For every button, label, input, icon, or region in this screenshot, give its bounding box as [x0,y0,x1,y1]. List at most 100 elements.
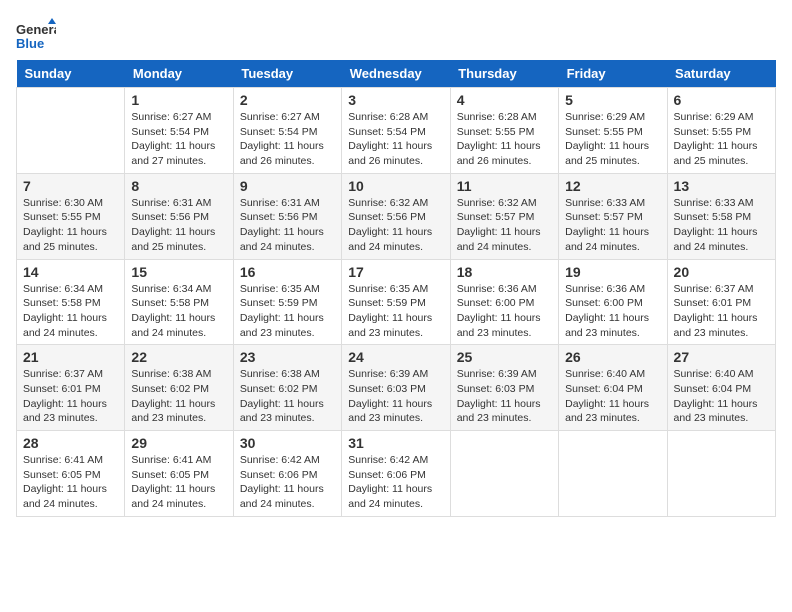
day-number: 30 [240,435,335,451]
day-info: Sunrise: 6:38 AM Sunset: 6:02 PM Dayligh… [131,367,226,426]
day-info: Sunrise: 6:34 AM Sunset: 5:58 PM Dayligh… [131,282,226,341]
day-number: 11 [457,178,552,194]
day-cell [450,431,558,517]
day-cell: 23Sunrise: 6:38 AM Sunset: 6:02 PM Dayli… [233,345,341,431]
calendar-table: SundayMondayTuesdayWednesdayThursdayFrid… [16,60,776,517]
day-number: 19 [565,264,660,280]
day-info: Sunrise: 6:32 AM Sunset: 5:56 PM Dayligh… [348,196,443,255]
day-info: Sunrise: 6:27 AM Sunset: 5:54 PM Dayligh… [131,110,226,169]
day-cell: 27 Sunrise: 6:40 AM Sunset: 6:04 PM Dayli… [667,345,775,431]
weekday-header-thursday: Thursday [450,60,558,88]
day-cell: 2 Sunrise: 6:27 AM Sunset: 5:54 PM Daylig… [233,88,341,174]
weekday-header-row: SundayMondayTuesdayWednesdayThursdayFrid… [17,60,776,88]
day-number: 10 [348,178,443,194]
day-number: 20 [674,264,769,280]
day-cell: 9 Sunrise: 6:31 AM Sunset: 5:56 PM Daylig… [233,173,341,259]
day-info: Sunrise: 6:42 AM Sunset: 6:06 PM Dayligh… [348,453,443,512]
day-cell: 20 Sunrise: 6:37 AM Sunset: 6:01 PM Dayli… [667,259,775,345]
day-number: 9 [240,178,335,194]
day-info: Sunrise: 6:28 AM Sunset: 5:54 PM Dayligh… [348,110,443,169]
day-info: Sunrise: 6:27 AM Sunset: 5:54 PM Dayligh… [240,110,335,169]
day-cell: 16 Sunrise: 6:35 AM Sunset: 5:59 PM Dayli… [233,259,341,345]
day-info: Sunrise: 6:35 AM Sunset: 5:59 PM Dayligh… [240,282,335,341]
day-cell: 4Sunrise: 6:28 AM Sunset: 5:55 PM Daylig… [450,88,558,174]
day-info: Sunrise: 6:33 AM Sunset: 5:58 PM Dayligh… [674,196,769,255]
day-info: Sunrise: 6:34 AM Sunset: 5:58 PM Dayligh… [23,282,118,341]
week-row-3: 14 Sunrise: 6:34 AM Sunset: 5:58 PM Dayli… [17,259,776,345]
day-cell: 15 Sunrise: 6:34 AM Sunset: 5:58 PM Dayli… [125,259,233,345]
day-info: Sunrise: 6:37 AM Sunset: 6:01 PM Dayligh… [674,282,769,341]
weekday-header-monday: Monday [125,60,233,88]
day-number: 21 [23,349,118,365]
day-cell: 24 Sunrise: 6:39 AM Sunset: 6:03 PM Dayli… [342,345,450,431]
day-number: 25 [457,349,552,365]
week-row-1: 1Sunrise: 6:27 AM Sunset: 5:54 PM Daylig… [17,88,776,174]
day-info: Sunrise: 6:40 AM Sunset: 6:04 PM Dayligh… [674,367,769,426]
day-number: 16 [240,264,335,280]
day-cell: 21 Sunrise: 6:37 AM Sunset: 6:01 PM Dayli… [17,345,125,431]
day-info: Sunrise: 6:33 AM Sunset: 5:57 PM Dayligh… [565,196,660,255]
day-number: 6 [674,92,769,108]
day-info: Sunrise: 6:36 AM Sunset: 6:00 PM Dayligh… [565,282,660,341]
day-info: Sunrise: 6:38 AM Sunset: 6:02 PM Dayligh… [240,367,335,426]
day-info: Sunrise: 6:32 AM Sunset: 5:57 PM Dayligh… [457,196,552,255]
day-number: 14 [23,264,118,280]
day-number: 12 [565,178,660,194]
svg-text:Blue: Blue [16,36,44,51]
day-cell: 10 Sunrise: 6:32 AM Sunset: 5:56 PM Dayli… [342,173,450,259]
day-number: 4 [457,92,552,108]
day-cell: 22 Sunrise: 6:38 AM Sunset: 6:02 PM Dayli… [125,345,233,431]
day-cell: 13 Sunrise: 6:33 AM Sunset: 5:58 PM Dayli… [667,173,775,259]
weekday-header-tuesday: Tuesday [233,60,341,88]
day-number: 29 [131,435,226,451]
day-number: 28 [23,435,118,451]
weekday-header-friday: Friday [559,60,667,88]
logo: General Blue [16,16,62,56]
day-number: 22 [131,349,226,365]
day-cell [17,88,125,174]
svg-text:General: General [16,22,56,37]
day-cell: 25 Sunrise: 6:39 AM Sunset: 6:03 PM Dayli… [450,345,558,431]
day-info: Sunrise: 6:29 AM Sunset: 5:55 PM Dayligh… [674,110,769,169]
day-number: 13 [674,178,769,194]
day-cell: 19 Sunrise: 6:36 AM Sunset: 6:00 PM Dayli… [559,259,667,345]
day-cell: 28 Sunrise: 6:41 AM Sunset: 6:05 PM Dayli… [17,431,125,517]
day-number: 2 [240,92,335,108]
day-cell: 7Sunrise: 6:30 AM Sunset: 5:55 PM Daylig… [17,173,125,259]
day-info: Sunrise: 6:35 AM Sunset: 5:59 PM Dayligh… [348,282,443,341]
day-cell: 1Sunrise: 6:27 AM Sunset: 5:54 PM Daylig… [125,88,233,174]
day-cell: 6 Sunrise: 6:29 AM Sunset: 5:55 PM Daylig… [667,88,775,174]
day-cell: 12 Sunrise: 6:33 AM Sunset: 5:57 PM Dayli… [559,173,667,259]
day-number: 5 [565,92,660,108]
day-info: Sunrise: 6:42 AM Sunset: 6:06 PM Dayligh… [240,453,335,512]
day-info: Sunrise: 6:29 AM Sunset: 5:55 PM Dayligh… [565,110,660,169]
day-cell: 5 Sunrise: 6:29 AM Sunset: 5:55 PM Daylig… [559,88,667,174]
day-number: 3 [348,92,443,108]
day-cell: 3 Sunrise: 6:28 AM Sunset: 5:54 PM Daylig… [342,88,450,174]
day-number: 7 [23,178,118,194]
day-cell: 8 Sunrise: 6:31 AM Sunset: 5:56 PM Daylig… [125,173,233,259]
day-number: 8 [131,178,226,194]
day-info: Sunrise: 6:39 AM Sunset: 6:03 PM Dayligh… [457,367,552,426]
weekday-header-wednesday: Wednesday [342,60,450,88]
day-number: 18 [457,264,552,280]
day-info: Sunrise: 6:37 AM Sunset: 6:01 PM Dayligh… [23,367,118,426]
page-header: General Blue [16,16,776,56]
day-number: 15 [131,264,226,280]
weekday-header-sunday: Sunday [17,60,125,88]
weekday-header-saturday: Saturday [667,60,775,88]
day-info: Sunrise: 6:41 AM Sunset: 6:05 PM Dayligh… [23,453,118,512]
day-info: Sunrise: 6:31 AM Sunset: 5:56 PM Dayligh… [240,196,335,255]
day-info: Sunrise: 6:39 AM Sunset: 6:03 PM Dayligh… [348,367,443,426]
week-row-2: 7Sunrise: 6:30 AM Sunset: 5:55 PM Daylig… [17,173,776,259]
day-number: 24 [348,349,443,365]
week-row-4: 21 Sunrise: 6:37 AM Sunset: 6:01 PM Dayli… [17,345,776,431]
day-info: Sunrise: 6:36 AM Sunset: 6:00 PM Dayligh… [457,282,552,341]
day-cell [667,431,775,517]
logo-icon: General Blue [16,16,56,56]
day-number: 27 [674,349,769,365]
day-info: Sunrise: 6:41 AM Sunset: 6:05 PM Dayligh… [131,453,226,512]
week-row-5: 28 Sunrise: 6:41 AM Sunset: 6:05 PM Dayli… [17,431,776,517]
day-cell [559,431,667,517]
day-info: Sunrise: 6:31 AM Sunset: 5:56 PM Dayligh… [131,196,226,255]
